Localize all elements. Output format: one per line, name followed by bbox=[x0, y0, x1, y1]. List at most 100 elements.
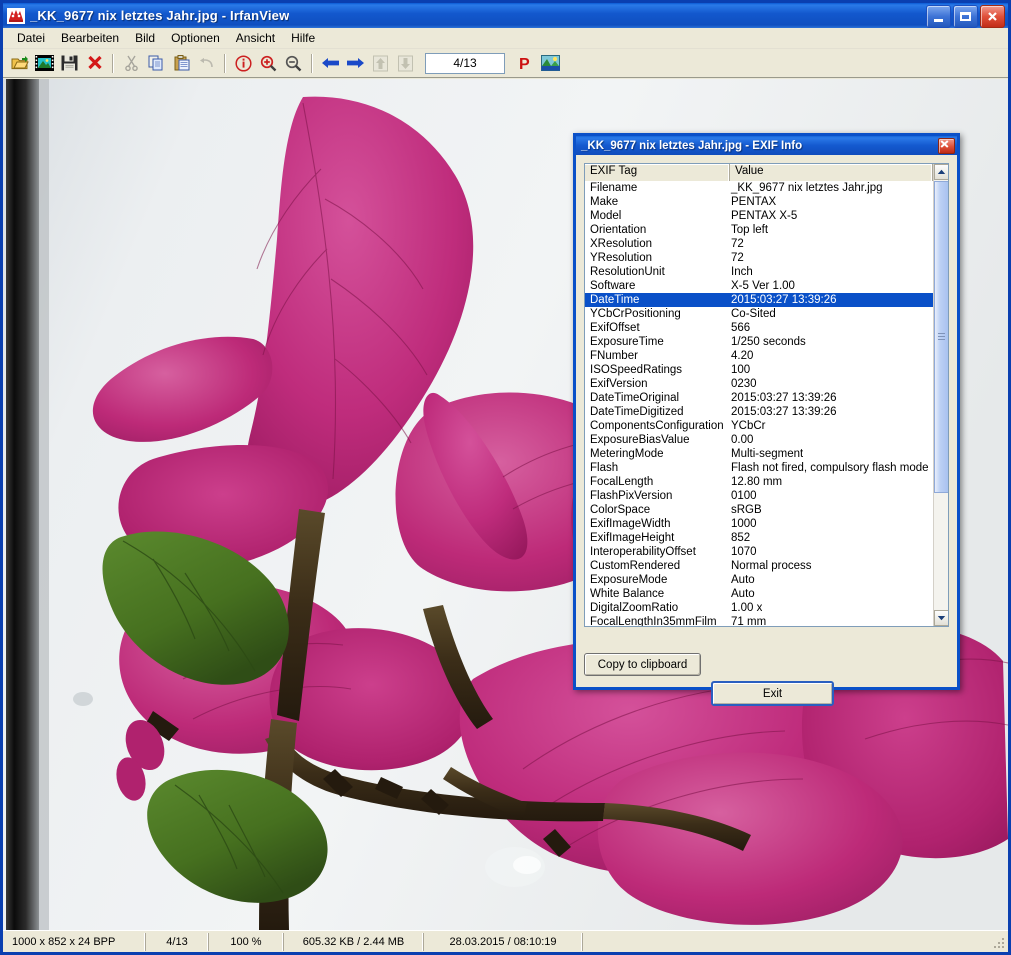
exif-tag-cell: Filename bbox=[590, 182, 638, 194]
table-row[interactable]: ExposureTime 1/250 seconds bbox=[585, 335, 933, 349]
scroll-down-arrow-icon[interactable] bbox=[934, 610, 948, 626]
status-dimensions: 1000 x 852 x 24 BPP bbox=[5, 932, 146, 951]
table-row[interactable]: ColorSpace sRGB bbox=[585, 503, 933, 517]
table-row[interactable]: YCbCrPositioning Co-Sited bbox=[585, 307, 933, 321]
undo-icon bbox=[194, 51, 219, 75]
exif-tag-cell: ColorSpace bbox=[590, 504, 651, 516]
open-folder-icon[interactable] bbox=[7, 51, 32, 75]
table-row[interactable]: ExifOffset 566 bbox=[585, 321, 933, 335]
menu-item-optionen[interactable]: Optionen bbox=[163, 29, 228, 47]
menu-item-bild[interactable]: Bild bbox=[127, 29, 163, 47]
table-row[interactable]: FocalLength 12.80 mm bbox=[585, 475, 933, 489]
table-row[interactable]: ExposureBiasValue 0.00 bbox=[585, 433, 933, 447]
exif-dialog-titlebar: _KK_9677 nix letztes Jahr.jpg - EXIF Inf… bbox=[576, 136, 957, 155]
column-header-value[interactable]: Value bbox=[730, 164, 933, 181]
exif-value-cell: Co-Sited bbox=[731, 308, 776, 320]
scrollbar-thumb[interactable] bbox=[934, 181, 948, 493]
paste-icon[interactable] bbox=[169, 51, 194, 75]
table-row[interactable]: ResolutionUnit Inch bbox=[585, 265, 933, 279]
table-row[interactable]: Software X-5 Ver 1.00 bbox=[585, 279, 933, 293]
menu-item-bearbeiten[interactable]: Bearbeiten bbox=[53, 29, 127, 47]
exif-tag-cell: ISOSpeedRatings bbox=[590, 364, 683, 376]
table-row[interactable]: ExposureMode Auto bbox=[585, 573, 933, 587]
table-row[interactable]: ISOSpeedRatings 100 bbox=[585, 363, 933, 377]
table-row[interactable]: FNumber 4.20 bbox=[585, 349, 933, 363]
exit-button[interactable]: Exit bbox=[711, 681, 834, 706]
exif-value-cell: PENTAX bbox=[731, 196, 777, 208]
exif-value-cell: 4.20 bbox=[731, 350, 754, 362]
table-row[interactable]: DateTimeDigitized 2015:03:27 13:39:26 bbox=[585, 405, 933, 419]
exif-value-cell: X-5 Ver 1.00 bbox=[731, 280, 795, 292]
toolbar-separator bbox=[112, 53, 114, 73]
exif-table[interactable]: EXIF Tag Value Filename _KK_9677 nix letz… bbox=[584, 163, 949, 627]
table-row[interactable]: FocalLengthIn35mmFilm 71 mm bbox=[585, 615, 933, 626]
resize-grip-icon[interactable] bbox=[992, 936, 1006, 950]
table-row[interactable]: YResolution 72 bbox=[585, 251, 933, 265]
toolbar-separator bbox=[224, 53, 226, 73]
last-image-icon bbox=[393, 51, 418, 75]
table-row[interactable]: Make PENTAX bbox=[585, 195, 933, 209]
menu-bar: Datei Bearbeiten Bild Optionen Ansicht H… bbox=[3, 28, 1008, 49]
exif-table-rows[interactable]: Filename _KK_9677 nix letztes Jahr.jpg Mak… bbox=[585, 181, 933, 626]
zoom-out-icon[interactable] bbox=[281, 51, 306, 75]
exif-value-cell: 100 bbox=[731, 364, 751, 376]
exif-tag-cell: ExposureBiasValue bbox=[590, 434, 690, 446]
table-row[interactable]: DigitalZoomRatio 1.00 x bbox=[585, 601, 933, 615]
slideshow-icon[interactable] bbox=[538, 51, 563, 75]
menu-item-hilfe[interactable]: Hilfe bbox=[283, 29, 323, 47]
info-icon[interactable] bbox=[231, 51, 256, 75]
menu-item-ansicht[interactable]: Ansicht bbox=[228, 29, 283, 47]
svg-text:P: P bbox=[519, 56, 530, 72]
maximize-button[interactable] bbox=[953, 5, 978, 28]
exif-dialog-close-button[interactable] bbox=[938, 137, 955, 154]
copy-icon[interactable] bbox=[144, 51, 169, 75]
table-row[interactable]: Orientation Top left bbox=[585, 223, 933, 237]
table-row[interactable]: DateTimeOriginal 2015:03:27 13:39:26 bbox=[585, 391, 933, 405]
minimize-button[interactable] bbox=[926, 5, 951, 28]
exif-tag-cell: FNumber bbox=[590, 350, 638, 362]
table-row[interactable]: ExifVersion 0230 bbox=[585, 377, 933, 391]
exif-value-cell: 2015:03:27 13:39:26 bbox=[731, 392, 837, 404]
save-icon[interactable] bbox=[57, 51, 82, 75]
exif-value-cell: 0.00 bbox=[731, 434, 754, 446]
table-row[interactable]: Filename _KK_9677 nix letztes Jahr.jpg bbox=[585, 181, 933, 195]
close-icon bbox=[940, 139, 949, 148]
status-bar: 1000 x 852 x 24 BPP 4/13 100 % 605.32 KB… bbox=[3, 930, 1008, 952]
zoom-in-icon[interactable] bbox=[256, 51, 281, 75]
table-row[interactable]: Model PENTAX X-5 bbox=[585, 209, 933, 223]
print-icon[interactable]: P bbox=[513, 51, 538, 75]
exif-dialog-body: EXIF Tag Value Filename _KK_9677 nix letz… bbox=[576, 155, 957, 706]
exif-table-scrollbar[interactable] bbox=[933, 164, 948, 626]
exif-info-dialog: _KK_9677 nix letztes Jahr.jpg - EXIF Inf… bbox=[573, 133, 960, 706]
previous-arrow-icon[interactable] bbox=[318, 51, 343, 75]
exif-value-cell: YCbCr bbox=[731, 420, 766, 432]
exif-tag-cell: MeteringMode bbox=[590, 448, 664, 460]
table-row[interactable]: Flash Flash not fired, compulsory flash m… bbox=[585, 461, 933, 475]
table-row[interactable]: XResolution 72 bbox=[585, 237, 933, 251]
table-row[interactable]: ExifImageHeight 852 bbox=[585, 531, 933, 545]
exif-tag-cell: Flash bbox=[590, 462, 619, 474]
table-row[interactable]: InteroperabilityOffset 1070 bbox=[585, 545, 933, 559]
table-row[interactable]: MeteringMode Multi-segment bbox=[585, 447, 933, 461]
table-row[interactable]: White Balance Auto bbox=[585, 587, 933, 601]
next-arrow-icon[interactable] bbox=[343, 51, 368, 75]
table-row[interactable]: DateTime 2015:03:27 13:39:26 bbox=[585, 293, 933, 307]
menu-item-datei[interactable]: Datei bbox=[9, 29, 53, 47]
column-header-exif-tag[interactable]: EXIF Tag bbox=[585, 164, 730, 181]
table-row[interactable]: ComponentsConfiguration YCbCr bbox=[585, 419, 933, 433]
exif-tag-cell: ExifImageWidth bbox=[590, 518, 671, 530]
close-button[interactable] bbox=[980, 5, 1005, 28]
thumbnails-icon[interactable] bbox=[32, 51, 57, 75]
table-row[interactable]: FlashPixVersion 0100 bbox=[585, 489, 933, 503]
table-row[interactable]: ExifImageWidth 1000 bbox=[585, 517, 933, 531]
exif-value-cell: 12.80 mm bbox=[731, 476, 783, 488]
scroll-up-arrow-icon[interactable] bbox=[934, 164, 948, 180]
toolbar: 4/13 P bbox=[3, 49, 1008, 78]
copy-to-clipboard-button[interactable]: Copy to clipboard bbox=[584, 653, 701, 676]
delete-icon[interactable] bbox=[82, 51, 107, 75]
exif-tag-cell: DateTimeDigitized bbox=[590, 406, 684, 418]
irfanview-window: _KK_9677 nix letztes Jahr.jpg - IrfanVie… bbox=[0, 0, 1011, 955]
table-row[interactable]: CustomRendered Normal process bbox=[585, 559, 933, 573]
status-filesize: 605.32 KB / 2.44 MB bbox=[284, 932, 424, 951]
page-indicator[interactable]: 4/13 bbox=[425, 52, 505, 74]
